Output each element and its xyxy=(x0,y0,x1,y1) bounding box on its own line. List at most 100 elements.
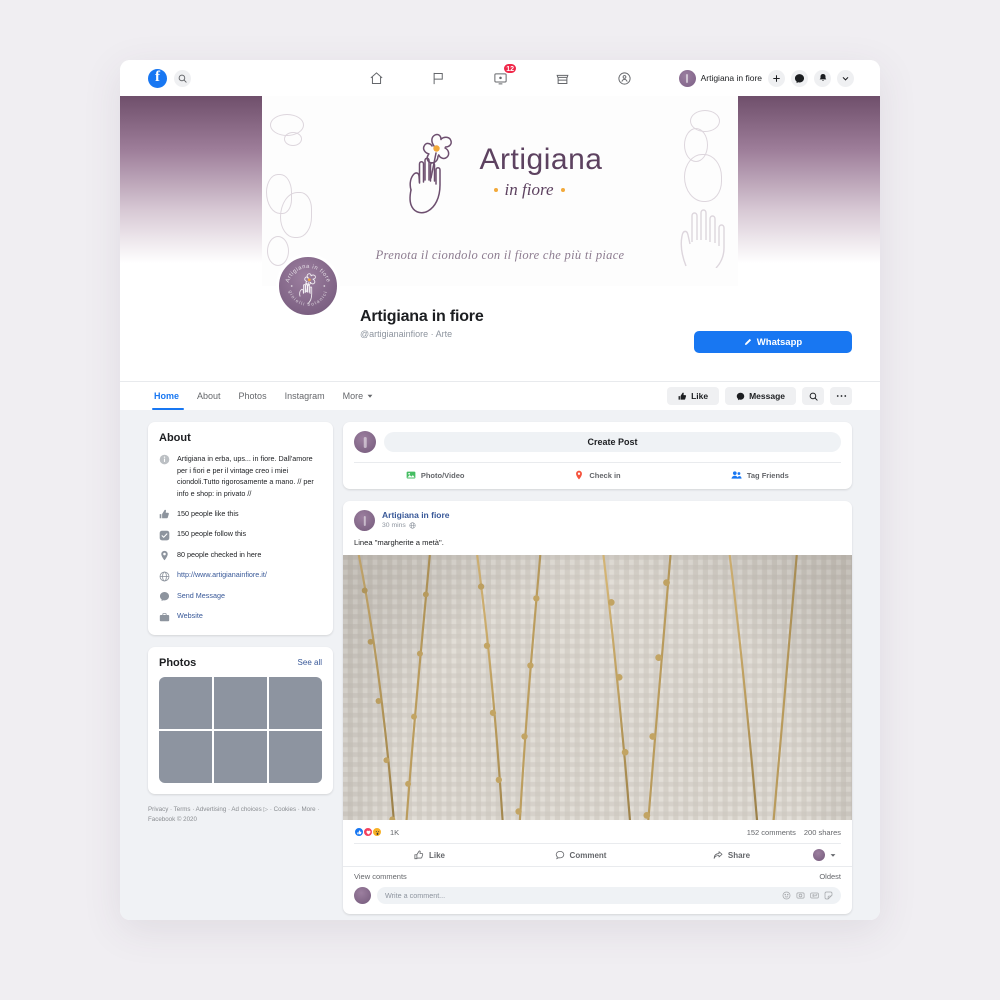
page-search-button[interactable] xyxy=(802,387,824,405)
top-bar-right: Artigiana in fiore xyxy=(678,69,854,87)
check-in-label: Check in xyxy=(589,470,621,480)
dot-icon xyxy=(560,187,565,192)
photo-video-button[interactable]: Photo/Video xyxy=(354,470,516,480)
page-handle: @artigianainfiore · Arte xyxy=(360,329,453,339)
avatar xyxy=(354,887,371,904)
create-post-actions: Photo/Video Check in Tag Friends xyxy=(354,462,841,480)
tab-instagram[interactable]: Instagram xyxy=(276,382,334,410)
dot-icon xyxy=(493,187,498,192)
photo-thumbnail[interactable] xyxy=(269,676,322,729)
account-name: Artigiana in fiore xyxy=(700,73,762,83)
post-card: Artigiana in fiore 30 mins Linea "marghe… xyxy=(343,501,852,914)
reaction-summary[interactable]: 1K xyxy=(354,827,399,837)
left-column: About Artigiana in erba, ups... in fiore… xyxy=(148,422,333,920)
post-stats: 1K 152 comments 200 shares xyxy=(343,820,852,843)
briefcase-icon xyxy=(159,612,170,623)
nav-marketplace[interactable] xyxy=(551,67,573,89)
brand-wordmark: Artigiana in fiore xyxy=(480,144,603,200)
photo-thumbnail[interactable] xyxy=(214,676,267,729)
about-row-text: 150 people follow this xyxy=(177,529,247,539)
account-menu-button[interactable] xyxy=(837,69,854,87)
globe-icon xyxy=(159,571,170,582)
account-chip[interactable]: Artigiana in fiore xyxy=(678,69,762,87)
photos-see-all-link[interactable]: See all xyxy=(298,658,322,667)
sticker-icon[interactable] xyxy=(824,891,833,900)
post-author[interactable]: Artigiana in fiore xyxy=(382,510,450,520)
thumbs-up-icon xyxy=(678,392,687,400)
comments-bar: View comments Oldest xyxy=(343,866,852,885)
profile-avatar[interactable]: Artigiana in fiore gioielli botanici xyxy=(276,254,340,318)
like-button[interactable]: Like xyxy=(667,387,720,405)
gif-icon[interactable] xyxy=(810,891,819,900)
about-description: Artigiana in erba, ups... in fiore. Dall… xyxy=(177,454,314,498)
tab-photos[interactable]: Photos xyxy=(230,382,276,410)
post-comment-button[interactable]: Comment xyxy=(505,850,656,860)
whatsapp-button[interactable]: Whatsapp xyxy=(694,331,852,353)
necklaces-photo xyxy=(343,555,852,820)
messenger-button[interactable] xyxy=(791,69,808,87)
emoji-icon[interactable] xyxy=(782,891,791,900)
about-description-row: Artigiana in erba, ups... in fiore. Dall… xyxy=(159,453,322,500)
photo-thumbnail[interactable] xyxy=(159,730,212,783)
view-comments-link[interactable]: View comments xyxy=(354,872,407,881)
right-column: Create Post Photo/Video Check in Tag Fri… xyxy=(343,422,852,920)
avatar xyxy=(812,849,825,861)
notifications-button[interactable] xyxy=(814,69,831,87)
comment-input[interactable]: Write a comment... xyxy=(377,887,841,904)
photos-title: Photos xyxy=(159,656,197,669)
about-website-url-row[interactable]: http://www.artigianainfiore.it/ xyxy=(159,570,322,582)
nav-pages[interactable] xyxy=(427,67,449,89)
photo-thumbnail[interactable] xyxy=(269,730,322,783)
post-reaction-picker[interactable] xyxy=(807,849,841,861)
brand-logo: Artigiana in fiore xyxy=(262,120,738,224)
search-icon[interactable] xyxy=(174,69,191,87)
tab-about[interactable]: About xyxy=(188,382,230,410)
messenger-icon xyxy=(159,591,170,602)
page-more-button[interactable] xyxy=(830,387,852,405)
nav-watch-badge: 12 xyxy=(503,63,517,74)
ellipsis-icon xyxy=(836,395,846,397)
post-image[interactable] xyxy=(343,555,852,820)
nav-groups[interactable] xyxy=(613,67,635,89)
post-share-button[interactable]: Share xyxy=(656,850,807,860)
nav-watch[interactable]: 12 xyxy=(489,63,517,89)
photo-thumbnail[interactable] xyxy=(214,730,267,783)
camera-icon[interactable] xyxy=(796,891,805,900)
page-title: Artigiana in fiore xyxy=(360,308,484,325)
create-post-input[interactable]: Create Post xyxy=(384,432,841,452)
tag-friends-button[interactable]: Tag Friends xyxy=(679,470,841,480)
post-share-label: Share xyxy=(727,850,751,860)
comments-sort[interactable]: Oldest xyxy=(819,872,841,881)
photo-thumbnail[interactable] xyxy=(159,676,212,729)
post-like-button[interactable]: Like xyxy=(354,850,505,860)
shares-count[interactable]: 200 shares xyxy=(804,828,841,837)
create-button[interactable] xyxy=(768,69,785,87)
facebook-logo[interactable] xyxy=(148,68,167,88)
about-follows-row: 150 people follow this xyxy=(159,529,322,541)
thumbs-up-icon xyxy=(414,850,424,860)
nav-home[interactable] xyxy=(365,67,387,89)
tab-home[interactable]: Home xyxy=(148,382,188,410)
create-post-top: Create Post xyxy=(354,431,841,453)
photo-grid xyxy=(159,676,322,783)
tab-more[interactable]: More xyxy=(334,382,383,410)
cover-photo[interactable]: Artigiana in fiore Prenota il ciondolo c… xyxy=(120,96,880,286)
footer-line-1[interactable]: Privacy · Terms · Advertising · Ad choic… xyxy=(148,805,333,815)
post-text: Linea "margherite a metà". xyxy=(354,538,444,547)
about-send-message-row[interactable]: Send Message xyxy=(159,591,322,603)
comments-count[interactable]: 152 comments xyxy=(747,828,796,837)
page-tabs: Home About Photos Instagram More Like Me… xyxy=(120,381,880,410)
brand-subtitle: in fiore xyxy=(504,179,554,199)
comment-tools xyxy=(782,891,833,900)
location-pin-icon xyxy=(159,550,170,561)
avatar[interactable] xyxy=(354,510,375,531)
about-website-row[interactable]: Website xyxy=(159,611,322,623)
about-row-text: http://www.artigianainfiore.it/ xyxy=(177,570,267,580)
comment-icon xyxy=(555,850,564,860)
message-button[interactable]: Message xyxy=(725,387,796,405)
about-row-text: Website xyxy=(177,611,203,621)
avatar xyxy=(678,69,696,87)
tab-label: Home xyxy=(154,391,180,401)
footer-line-2: Facebook © 2020 xyxy=(148,815,197,823)
check-in-button[interactable]: Check in xyxy=(516,470,678,480)
